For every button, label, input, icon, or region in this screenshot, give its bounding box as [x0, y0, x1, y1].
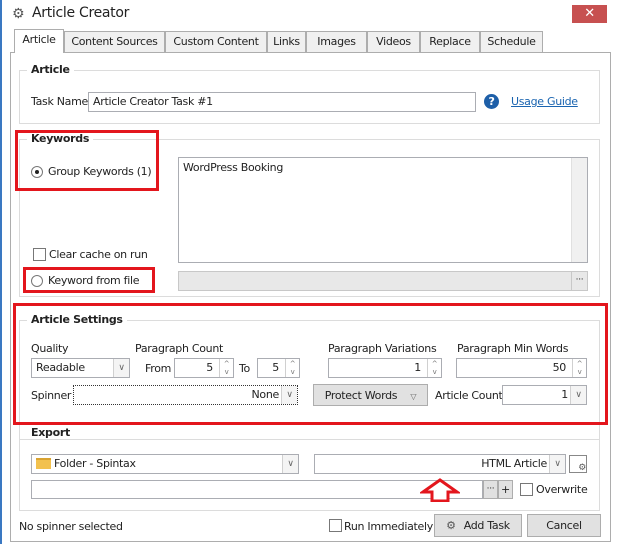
folder-icon: [36, 458, 51, 469]
task-name-input[interactable]: Article Creator Task #1: [88, 92, 476, 112]
export-group: [19, 439, 600, 511]
clear-cache-checkbox[interactable]: [33, 248, 46, 261]
export-title: Export: [27, 426, 74, 439]
browse-button[interactable]: ···: [571, 272, 587, 290]
run-immediately-label: Run Immediately: [344, 520, 433, 533]
cancel-button[interactable]: Cancel: [527, 514, 601, 537]
chevron-down-icon: ∨: [549, 455, 565, 473]
red-arrow-up-icon: [420, 478, 460, 502]
chevron-down-icon: ∨: [282, 455, 298, 473]
tab-content-sources[interactable]: Content Sources: [64, 31, 165, 53]
highlight-box: [13, 303, 608, 425]
close-button[interactable]: ✕: [572, 5, 607, 23]
tab-replace[interactable]: Replace: [420, 31, 480, 53]
gears-icon: ⚙: [12, 6, 25, 22]
task-name-label: Task Name: [31, 95, 88, 108]
export-path-input[interactable]: [31, 480, 483, 499]
tab-article[interactable]: Article: [14, 29, 64, 53]
browse-path-button[interactable]: ···: [483, 480, 498, 499]
run-immediately-checkbox[interactable]: [329, 519, 342, 532]
article-group-title: Article: [27, 63, 74, 76]
overwrite-checkbox[interactable]: [520, 483, 533, 496]
add-path-button[interactable]: +: [498, 480, 513, 499]
tab-videos[interactable]: Videos: [367, 31, 420, 53]
scrollbar[interactable]: [571, 158, 587, 262]
keywords-textarea[interactable]: WordPress Booking: [178, 157, 588, 263]
export-format-select[interactable]: HTML Article ∨: [314, 454, 566, 474]
window-title: Article Creator: [32, 5, 130, 21]
usage-guide-link[interactable]: Usage Guide: [511, 95, 578, 108]
status-text: No spinner selected: [19, 520, 123, 533]
add-task-button[interactable]: ⚙ Add Task: [434, 514, 522, 537]
keywords-text: WordPress Booking: [183, 161, 284, 174]
tab-images[interactable]: Images: [306, 31, 367, 53]
export-destination-value: Folder - Spintax: [54, 457, 136, 470]
export-format-value: HTML Article: [481, 457, 547, 470]
tab-schedule[interactable]: Schedule: [480, 31, 543, 53]
help-icon[interactable]: ?: [484, 94, 499, 109]
add-task-label: Add Task: [463, 519, 510, 532]
highlight-box: [23, 267, 155, 293]
format-settings-icon[interactable]: ⚙: [569, 455, 587, 473]
keyword-file-input[interactable]: ···: [178, 271, 588, 291]
highlight-box: [15, 130, 159, 191]
tab-links[interactable]: Links: [267, 31, 306, 53]
clear-cache-label: Clear cache on run: [49, 248, 148, 261]
add-gear-icon: ⚙: [446, 519, 456, 532]
tab-custom-content[interactable]: Custom Content: [165, 31, 267, 53]
overwrite-label: Overwrite: [536, 483, 588, 496]
article-creator-window: ⚙ Article Creator ✕ Article Content Sour…: [0, 0, 617, 544]
export-destination-select[interactable]: Folder - Spintax ∨: [31, 454, 299, 474]
